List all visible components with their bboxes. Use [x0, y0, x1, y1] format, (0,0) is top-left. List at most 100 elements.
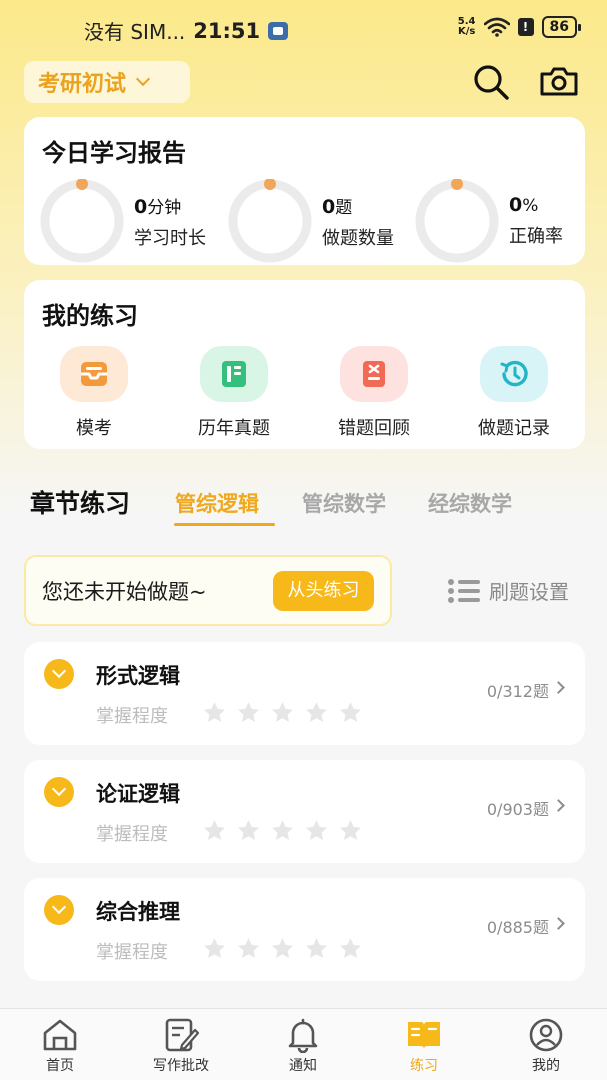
mastery-label: 掌握程度 [96, 706, 168, 727]
star-icon [272, 702, 293, 722]
metric-unit: 分钟 [147, 197, 182, 218]
star-icon [340, 938, 361, 958]
star-icon [306, 702, 327, 722]
practice-label: 错题回顾 [338, 418, 410, 439]
status-left: 没有 SIM... 21:51 [84, 16, 289, 45]
alert-icon: ! [517, 18, 534, 36]
home-icon [43, 1019, 77, 1051]
clock: 21:51 [193, 18, 261, 43]
carrier-text: 没有 SIM... [84, 20, 186, 44]
progress-ring [40, 178, 124, 263]
star-icon [306, 938, 327, 958]
report-title: 今日学习报告 [42, 139, 186, 167]
chapter-name: 形式逻辑 [96, 664, 180, 688]
ring-svg [228, 178, 312, 263]
star-icon [238, 820, 259, 840]
mastery-stars [202, 700, 363, 725]
error-doc-icon [363, 361, 385, 387]
prac-icon-bg [60, 346, 128, 402]
metric-study-time[interactable]: 0分钟 学习时长 [40, 178, 206, 263]
start-from-beginning-button[interactable]: 从头练习 [273, 571, 374, 611]
practice-past-papers[interactable]: 历年真题 [174, 346, 294, 440]
nav-notifications[interactable]: 通知 [253, 1017, 353, 1075]
mastery-stars [202, 818, 363, 843]
star-icon [340, 702, 361, 722]
battery-icon: 86 [541, 16, 582, 38]
metric-value: 0 [322, 195, 336, 218]
nav-label: 我的 [532, 1058, 560, 1074]
practice-settings-button[interactable]: 刷题设置 [447, 576, 569, 605]
star-icon [340, 820, 361, 840]
nav-label: 通知 [289, 1058, 317, 1074]
nav-label: 首页 [46, 1058, 74, 1074]
daily-report-card: 今日学习报告 0分钟 学习时长 0题 做题数量 0% 正确率 [24, 117, 585, 265]
progress-ring [228, 178, 312, 263]
tab-logic[interactable]: 管综逻辑 [175, 488, 259, 518]
metric-question-count[interactable]: 0题 做题数量 [228, 178, 394, 263]
network-speed-unit: K/s [457, 26, 476, 37]
practice-wrong-review[interactable]: 错题回顾 [314, 346, 434, 440]
practice-label: 模考 [76, 418, 112, 439]
metric-unit: % [522, 196, 539, 216]
metric-unit: 题 [335, 197, 353, 218]
my-practice-card: 我的练习 模考 历年真题 错题回顾 做题记录 [24, 280, 585, 449]
nav-practice[interactable]: 练习 [374, 1017, 474, 1075]
settings-label: 刷题设置 [489, 580, 569, 604]
practice-history[interactable]: 做题记录 [454, 346, 574, 440]
exam-type-select[interactable]: 考研初试 [24, 61, 190, 103]
chapter-item[interactable]: 综合推理 掌握程度 0/885题 [24, 878, 585, 981]
nav-label: 写作批改 [153, 1058, 209, 1074]
practice-title: 我的练习 [42, 302, 138, 330]
book-icon [222, 361, 246, 387]
chapter-item[interactable]: 形式逻辑 掌握程度 0/312题 [24, 642, 585, 745]
chapter-name: 综合推理 [96, 900, 180, 924]
nav-label: 练习 [410, 1058, 438, 1074]
question-count: 0/885题 [486, 918, 549, 937]
star-icon [204, 820, 225, 840]
chapter-name: 论证逻辑 [96, 782, 180, 806]
prac-icon-bg [480, 346, 548, 402]
expand-chevron-icon[interactable] [44, 895, 74, 925]
chevron-right-icon [552, 917, 565, 930]
expand-chevron-icon[interactable] [44, 777, 74, 807]
expand-chevron-icon[interactable] [44, 659, 74, 689]
star-icon [238, 702, 259, 722]
metric-accuracy[interactable]: 0% 正确率 [415, 178, 563, 263]
empty-message: 您还未开始做题~ [42, 579, 207, 604]
tab-math[interactable]: 管综数学 [302, 488, 386, 518]
tab-econ-math[interactable]: 经综数学 [428, 488, 512, 518]
edit-doc-icon [165, 1018, 200, 1052]
star-icon [272, 820, 293, 840]
bell-icon [288, 1018, 318, 1053]
inbox-icon [81, 362, 107, 386]
active-tab-indicator [174, 523, 275, 526]
mastery-label: 掌握程度 [96, 942, 168, 963]
metric-value: 0 [509, 194, 523, 216]
metric-value: 0 [134, 195, 148, 218]
practice-label: 历年真题 [198, 418, 270, 439]
exam-type-label: 考研初试 [38, 72, 127, 97]
metric-label: 正确率 [509, 226, 563, 247]
star-icon [204, 938, 225, 958]
practice-mock-exam[interactable]: 模考 [34, 346, 154, 440]
user-icon [529, 1018, 563, 1052]
open-book-icon [408, 1022, 440, 1049]
nav-profile[interactable]: 我的 [496, 1017, 596, 1075]
prac-icon-bg [340, 346, 408, 402]
camera-icon[interactable] [538, 62, 580, 102]
nav-home[interactable]: 首页 [10, 1017, 110, 1075]
progress-ring [415, 178, 499, 263]
ring-svg [40, 178, 124, 263]
star-icon [272, 938, 293, 958]
status-bar: 没有 SIM... 21:51 5.4 K/s ! 86 [0, 0, 607, 58]
metric-label: 学习时长 [134, 227, 206, 249]
bottom-nav: 首页 写作批改 通知 练习 我的 [0, 1008, 607, 1080]
chapter-item[interactable]: 论证逻辑 掌握程度 0/903题 [24, 760, 585, 863]
start-practice-banner: 您还未开始做题~ 从头练习 [24, 555, 392, 626]
nav-writing-review[interactable]: 写作批改 [131, 1017, 231, 1075]
chevron-right-icon [552, 681, 565, 694]
search-icon[interactable] [471, 62, 511, 102]
star-icon [238, 938, 259, 958]
notification-app-icon [268, 21, 289, 40]
history-icon [500, 360, 528, 387]
